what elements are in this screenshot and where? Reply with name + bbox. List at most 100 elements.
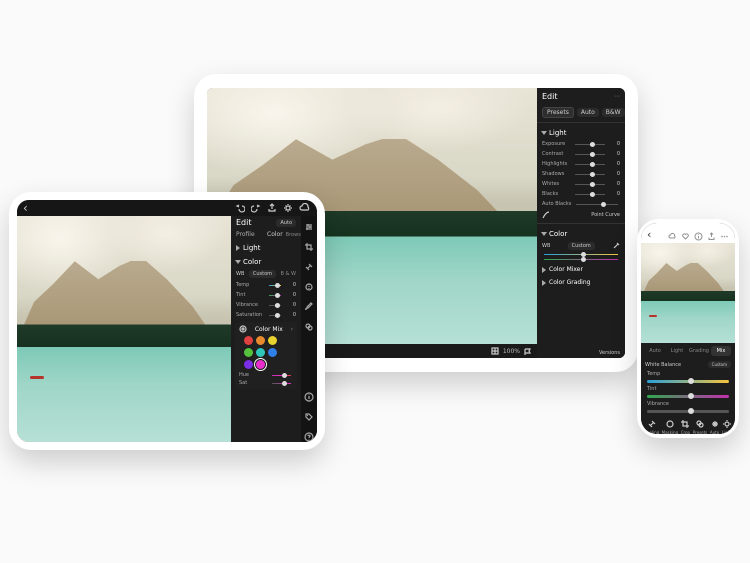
more-icon[interactable] bbox=[720, 232, 729, 241]
color-swatch[interactable] bbox=[256, 336, 265, 345]
target-icon[interactable] bbox=[239, 325, 247, 333]
wb-row[interactable]: WB Custom B & W bbox=[231, 268, 301, 280]
contrast-slider[interactable]: Contrast 0 bbox=[537, 149, 625, 159]
info-icon[interactable] bbox=[304, 392, 314, 402]
tint-label: Tint bbox=[647, 386, 665, 392]
zoom-label[interactable]: 100% bbox=[503, 348, 520, 355]
heart-icon[interactable] bbox=[681, 232, 690, 241]
vibrance-slider[interactable]: Vibrance 0 bbox=[231, 300, 301, 310]
masking-icon[interactable] bbox=[304, 282, 314, 292]
share-icon[interactable] bbox=[267, 203, 277, 213]
color-swatches bbox=[239, 333, 293, 372]
healing-icon[interactable] bbox=[304, 262, 314, 272]
profile-label: Profile bbox=[236, 231, 264, 238]
auto-blacks-row[interactable]: Auto Blacks bbox=[537, 199, 625, 209]
phone-device: ‹ Auto Light Grading Mix White Balance C… bbox=[637, 219, 739, 438]
flag-icon[interactable] bbox=[524, 348, 531, 355]
color-swatch[interactable] bbox=[256, 348, 265, 357]
color-mixer-header[interactable]: Color Mixer bbox=[537, 262, 625, 275]
hue-slider[interactable]: Hue bbox=[239, 372, 293, 380]
tint-slider[interactable] bbox=[647, 395, 729, 398]
sat-slider[interactable]: Sat bbox=[239, 380, 293, 386]
presets-button[interactable]: Presets bbox=[542, 107, 574, 118]
color-label: Color bbox=[243, 258, 261, 266]
tag-icon[interactable] bbox=[304, 412, 314, 422]
vibrance-slider[interactable] bbox=[647, 410, 729, 413]
versions-button[interactable]: Versions bbox=[599, 350, 620, 356]
tab-auto[interactable]: Auto bbox=[645, 346, 665, 356]
point-curve-row[interactable]: Point Curve bbox=[537, 209, 625, 221]
chevron-right-icon bbox=[236, 245, 240, 251]
temp-slider[interactable]: Temp 0 bbox=[231, 280, 301, 290]
wb-row[interactable]: WB Custom bbox=[537, 240, 625, 252]
back-button[interactable]: ‹ bbox=[647, 228, 651, 241]
presets-icon[interactable] bbox=[304, 322, 314, 332]
tool-masking[interactable]: Masking bbox=[662, 419, 679, 434]
gear-icon[interactable] bbox=[283, 203, 293, 213]
exposure-slider[interactable]: Exposure 0 bbox=[537, 139, 625, 149]
brush-icon[interactable] bbox=[304, 302, 314, 312]
temp-label: Temp bbox=[647, 371, 665, 377]
wb-row[interactable]: White Balance Custom bbox=[641, 359, 735, 370]
chevron-right-icon[interactable]: › bbox=[291, 326, 293, 333]
phone-notch bbox=[671, 223, 705, 229]
chevron-down-icon bbox=[541, 232, 547, 236]
grid-view-icon[interactable] bbox=[491, 347, 499, 355]
tool-healing[interactable]: Healing bbox=[644, 419, 659, 434]
color-swatch[interactable] bbox=[244, 336, 253, 345]
tool-row: Healing Masking Crop Presets Auto bbox=[641, 415, 735, 434]
highlights-slider[interactable]: Highlights 0 bbox=[537, 159, 625, 169]
tablet-topbar: ‹ bbox=[17, 200, 317, 216]
photo-canvas[interactable] bbox=[17, 216, 231, 442]
color-swatch[interactable] bbox=[268, 348, 277, 357]
light-section-header[interactable]: Light bbox=[231, 240, 301, 254]
bw-button[interactable]: B&W bbox=[602, 108, 625, 117]
light-section-header[interactable]: Light bbox=[537, 125, 625, 139]
eyedropper-icon[interactable] bbox=[612, 242, 620, 250]
profile-value[interactable]: Color bbox=[267, 231, 283, 238]
light-label: Light bbox=[243, 244, 260, 252]
color-section-header[interactable]: Color bbox=[231, 254, 301, 268]
blacks-slider[interactable]: Blacks 0 bbox=[537, 189, 625, 199]
tab-light[interactable]: Light bbox=[667, 346, 687, 356]
color-swatch[interactable] bbox=[244, 348, 253, 357]
panel-title: Edit bbox=[236, 218, 252, 227]
shadows-slider[interactable]: Shadows 0 bbox=[537, 169, 625, 179]
redo-icon[interactable] bbox=[251, 203, 261, 213]
share-icon[interactable] bbox=[707, 232, 716, 241]
saturation-slider[interactable]: Saturation 0 bbox=[231, 310, 301, 320]
color-section-header[interactable]: Color bbox=[537, 226, 625, 240]
tool-crop[interactable]: Crop bbox=[680, 419, 690, 434]
info-icon[interactable] bbox=[694, 232, 703, 241]
adjust-icon[interactable] bbox=[304, 222, 314, 232]
tablet-device: ‹ Edit Auto bbox=[9, 192, 325, 450]
tab-mix[interactable]: Mix bbox=[711, 346, 731, 356]
back-button[interactable]: ‹ bbox=[23, 201, 28, 215]
wb-value[interactable]: Custom bbox=[568, 242, 595, 250]
cloud-icon[interactable] bbox=[668, 232, 677, 241]
help-icon[interactable] bbox=[304, 432, 314, 442]
tint-slider[interactable]: Tint 0 bbox=[231, 290, 301, 300]
panel-menu-icon[interactable]: ⋯ bbox=[614, 93, 620, 100]
color-swatch[interactable] bbox=[244, 360, 253, 369]
cloud-icon[interactable] bbox=[299, 203, 311, 213]
color-swatch[interactable] bbox=[256, 360, 265, 369]
color-grading-header[interactable]: Color Grading bbox=[537, 275, 625, 288]
tool-rail bbox=[301, 216, 317, 442]
phone-screen: ‹ Auto Light Grading Mix White Balance C… bbox=[641, 223, 735, 434]
auto-button[interactable]: Auto bbox=[276, 219, 296, 227]
tab-grading[interactable]: Grading bbox=[689, 346, 709, 356]
chevron-down-icon bbox=[541, 131, 547, 135]
photo-canvas[interactable] bbox=[641, 243, 735, 343]
undo-icon[interactable] bbox=[235, 203, 245, 213]
whites-slider[interactable]: Whites 0 bbox=[537, 179, 625, 189]
color-label: Color bbox=[549, 230, 567, 238]
color-swatch[interactable] bbox=[268, 336, 277, 345]
edit-panel: Edit Auto Profile Color Browse Light Col… bbox=[231, 216, 301, 442]
tool-auto[interactable]: Auto bbox=[710, 419, 720, 434]
tool-light[interactable]: Light bbox=[722, 419, 732, 434]
tool-presets[interactable]: Presets bbox=[693, 419, 708, 434]
temp-slider[interactable] bbox=[647, 380, 729, 383]
crop-icon[interactable] bbox=[304, 242, 314, 252]
auto-button[interactable]: Auto bbox=[577, 108, 599, 117]
